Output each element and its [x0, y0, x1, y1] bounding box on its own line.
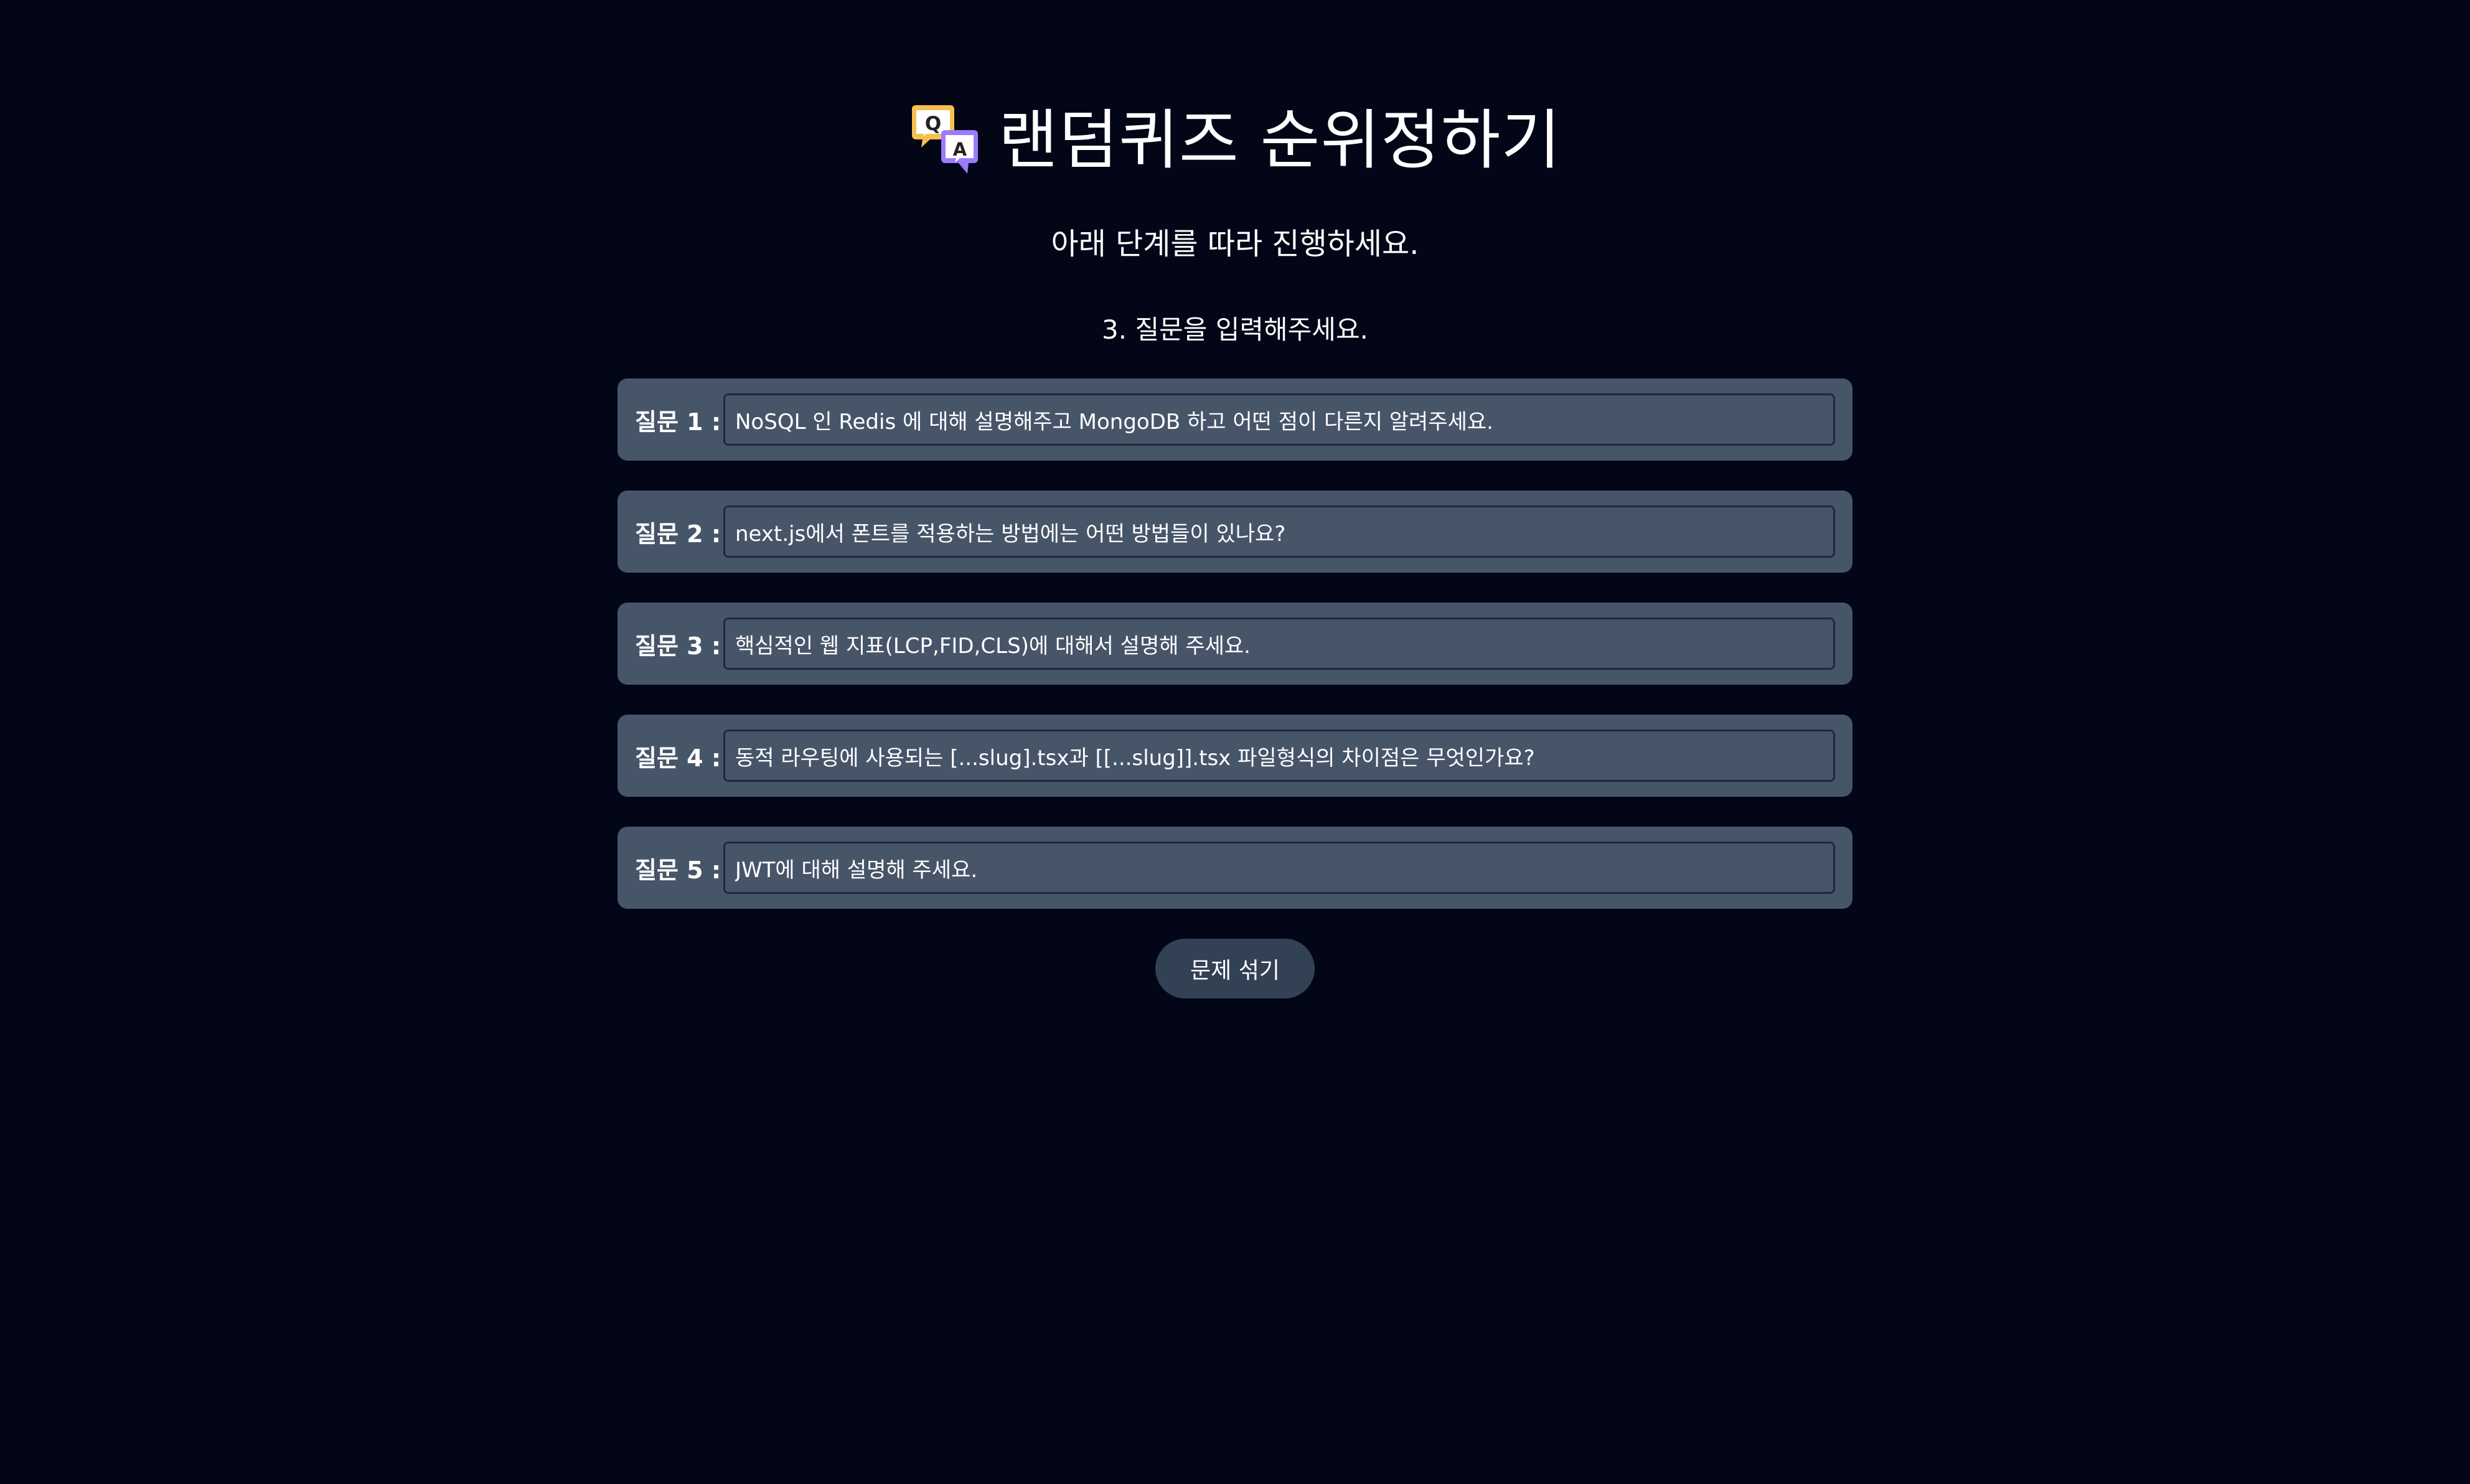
- question-label-2: 질문 2 :: [635, 520, 721, 548]
- question-label-1: 질문 1 :: [635, 408, 721, 436]
- question-row-4: 질문 4 :: [618, 715, 1852, 797]
- question-list: 질문 1 : 질문 2 : 질문 3 : 질문 4 : 질문 5 :: [618, 378, 1852, 939]
- svg-text:Q: Q: [925, 113, 941, 135]
- page-subtitle: 아래 단계를 따라 진행하세요.: [1051, 227, 1419, 261]
- step-instruction: 3. 질문을 입력해주세요.: [1102, 314, 1368, 345]
- quiz-page: Q A 랜덤퀴즈 순위정하기 아래 단계를 따라 진행하세요. 3. 질문을 입…: [0, 0, 2470, 1484]
- question-input-2[interactable]: [723, 505, 1835, 558]
- page-title: 랜덤퀴즈 순위정하기: [998, 102, 1562, 178]
- question-row-1: 질문 1 :: [618, 378, 1852, 461]
- question-label-3: 질문 3 :: [635, 632, 721, 660]
- question-input-5[interactable]: [723, 842, 1835, 894]
- page-header: Q A 랜덤퀴즈 순위정하기: [0, 93, 2470, 187]
- question-row-5: 질문 5 :: [618, 827, 1852, 909]
- question-row-2: 질문 2 :: [618, 491, 1852, 573]
- question-input-1[interactable]: [723, 393, 1835, 446]
- question-input-3[interactable]: [723, 618, 1835, 670]
- shuffle-questions-button[interactable]: 문제 섞기: [1155, 939, 1315, 998]
- question-input-4[interactable]: [723, 730, 1835, 782]
- svg-text:A: A: [953, 139, 967, 160]
- question-label-5: 질문 5 :: [635, 856, 721, 884]
- qa-speech-bubbles-icon: Q A: [909, 104, 981, 176]
- question-row-3: 질문 3 :: [618, 603, 1852, 685]
- question-label-4: 질문 4 :: [635, 744, 721, 772]
